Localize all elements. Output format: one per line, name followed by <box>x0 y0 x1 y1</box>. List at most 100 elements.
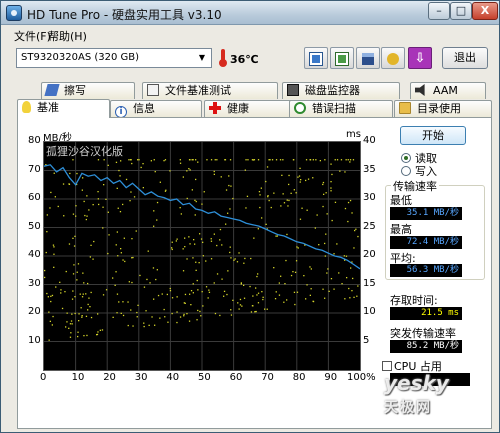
access-time-point <box>142 163 144 165</box>
tab-info[interactable]: i 信息 <box>110 100 202 118</box>
options-button[interactable] <box>381 47 405 69</box>
max-value: 72.4 MB/秒 <box>390 236 462 249</box>
access-time-point <box>97 331 99 333</box>
access-time-point <box>74 312 76 315</box>
access-time-point <box>73 245 76 247</box>
access-time-point <box>271 159 274 161</box>
access-time-point <box>102 227 104 229</box>
menu-help[interactable]: 帮助(H) <box>48 28 87 44</box>
access-time-point <box>257 228 259 230</box>
write-radio[interactable]: 写入 <box>401 163 437 179</box>
access-time-point <box>199 310 201 313</box>
access-time-point <box>238 308 240 310</box>
copy-text-button[interactable] <box>304 47 328 69</box>
access-time-point <box>195 261 197 263</box>
access-time-point <box>229 208 231 210</box>
cpu-usage-checkbox[interactable] <box>382 361 392 371</box>
tab-erase[interactable]: 擦写 <box>41 82 135 99</box>
access-time-point <box>219 314 221 317</box>
access-time-point <box>157 294 160 297</box>
tab-disk-monitor[interactable]: 磁盘监控器 <box>282 82 400 99</box>
access-time-point <box>243 297 246 299</box>
maximize-button[interactable]: □ <box>450 2 472 20</box>
access-time-point <box>216 159 218 161</box>
access-time-point <box>259 206 261 209</box>
access-time-point <box>239 304 242 306</box>
access-time-point <box>325 233 327 235</box>
tab-file-benchmark[interactable]: 文件基准测试 <box>142 82 278 99</box>
access-time-point <box>179 159 181 161</box>
tab-benchmark[interactable]: 基准 <box>17 99 110 118</box>
save-button[interactable] <box>356 47 380 69</box>
start-button[interactable]: 开始 <box>400 126 466 145</box>
access-time-point <box>89 306 91 308</box>
access-time-point <box>247 159 249 161</box>
access-time-point <box>72 273 75 275</box>
speaker-icon <box>415 84 425 96</box>
access-time-point <box>202 241 204 243</box>
access-time-point <box>330 278 333 280</box>
access-time-point <box>164 159 167 161</box>
radio-read-dot <box>401 153 411 163</box>
close-button[interactable]: X <box>472 2 498 20</box>
access-time-point <box>75 215 77 217</box>
access-time-point <box>195 178 197 181</box>
x-tick-label: 10 <box>71 372 85 383</box>
minimize-button[interactable]: – <box>428 2 450 20</box>
access-time-point <box>244 169 246 171</box>
access-time-point <box>65 326 67 328</box>
tab-error-scan[interactable]: 错误扫描 <box>289 100 393 117</box>
access-time-point <box>74 296 76 298</box>
access-time-point <box>275 159 278 161</box>
access-time-point <box>239 298 242 301</box>
access-time-point <box>298 175 301 177</box>
access-time-point <box>151 316 153 318</box>
access-time-point <box>229 159 232 161</box>
y-tick-label-left: 80 <box>28 135 41 146</box>
access-time-point <box>276 235 278 237</box>
access-time-point <box>88 297 90 299</box>
exit-button[interactable]: 退出 <box>442 47 488 69</box>
access-time-point <box>268 199 270 202</box>
tab-folder-usage[interactable]: 目录使用 <box>394 100 492 117</box>
access-time-point <box>153 210 155 212</box>
access-time-point <box>51 324 53 326</box>
access-time-point <box>278 282 280 284</box>
thermometer-icon <box>219 49 227 67</box>
access-time-point <box>190 290 193 292</box>
access-time-point <box>76 271 78 273</box>
magnifier-icon <box>294 102 306 114</box>
access-time-point <box>243 284 245 286</box>
menu-file[interactable]: 文件(F) <box>14 28 51 44</box>
drive-select[interactable]: ST9320320AS (320 GB) ▼ <box>16 48 212 68</box>
download-button[interactable]: ⇩ <box>408 47 432 69</box>
access-time-point <box>214 159 216 161</box>
copy-text-icon <box>309 51 323 66</box>
access-time-point <box>286 233 288 236</box>
access-time-point <box>267 196 269 198</box>
access-time-point <box>46 292 48 295</box>
access-time-point <box>214 312 217 315</box>
tab-aam[interactable]: AAM <box>410 82 486 99</box>
download-icon: ⇩ <box>414 51 426 66</box>
access-time-point <box>189 159 191 161</box>
title-bar[interactable]: HD Tune Pro - 硬盘实用工具 v3.10 – □ X <box>1 1 499 25</box>
menu-bar: 文件(F) 帮助(H) <box>1 26 499 44</box>
access-time-point <box>230 185 232 187</box>
access-time-point <box>309 266 311 268</box>
access-time-point <box>75 205 77 207</box>
access-time-point <box>77 331 79 333</box>
access-time-point <box>232 197 234 200</box>
access-time-point <box>197 161 199 163</box>
access-time-point <box>188 168 190 170</box>
access-time-point <box>54 196 56 198</box>
access-time-point <box>275 235 277 237</box>
health-cross-icon <box>209 102 221 114</box>
access-time-point <box>156 219 158 221</box>
access-time-point <box>184 246 186 248</box>
access-time-point <box>349 199 352 202</box>
access-time-point <box>207 297 209 299</box>
access-time-point <box>195 200 197 203</box>
copy-screenshot-button[interactable] <box>330 47 354 69</box>
tab-health[interactable]: 健康 <box>204 100 296 117</box>
